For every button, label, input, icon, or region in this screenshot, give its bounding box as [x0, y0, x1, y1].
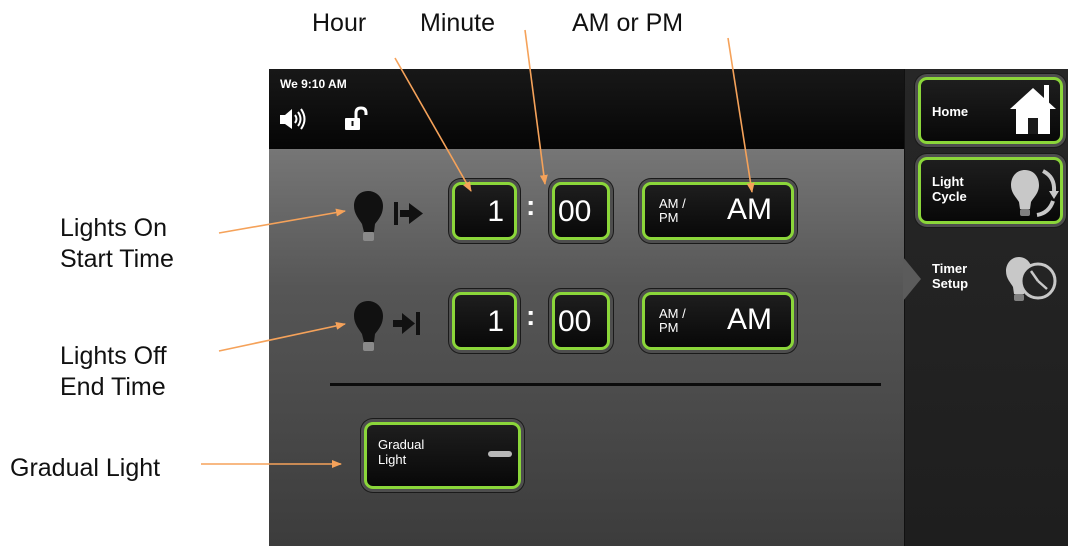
arrow-hour — [394, 57, 472, 192]
arrow-lights-on — [218, 208, 346, 234]
arrow-lights-off — [218, 321, 346, 352]
arrow-minute — [524, 29, 548, 185]
callout-arrows — [201, 29, 755, 468]
arrow-am-pm — [727, 37, 755, 193]
